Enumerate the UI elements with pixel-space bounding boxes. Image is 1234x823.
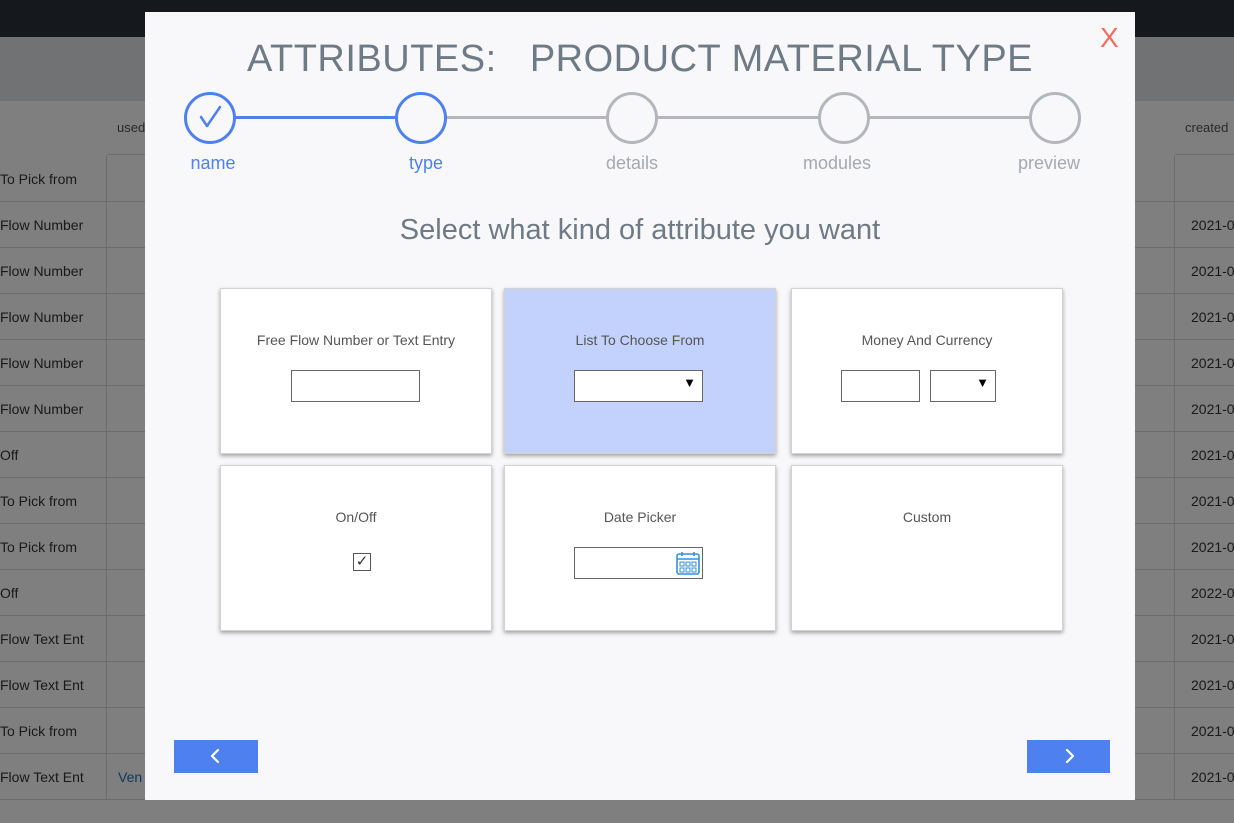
checkbox-preview-icon: ✓ bbox=[353, 553, 371, 571]
attribute-wizard-modal: ATTRIBUTES: PRODUCT MATERIAL TYPE X name… bbox=[145, 12, 1135, 800]
next-button[interactable] bbox=[1027, 740, 1110, 773]
option-label: Custom bbox=[902, 509, 952, 525]
amount-input-preview bbox=[841, 370, 920, 402]
close-button[interactable]: X bbox=[1100, 22, 1119, 54]
option-label: Money And Currency bbox=[861, 332, 993, 348]
back-button[interactable] bbox=[174, 740, 258, 773]
chevron-left-icon bbox=[210, 748, 220, 764]
dropdown-preview: ▼ bbox=[574, 370, 703, 402]
modal-title: ATTRIBUTES: PRODUCT MATERIAL TYPE bbox=[246, 38, 1034, 80]
caret-down-icon: ▼ bbox=[683, 375, 696, 390]
option-date-picker[interactable]: Date Picker bbox=[504, 465, 776, 631]
date-input-preview bbox=[574, 547, 703, 579]
text-input-preview bbox=[291, 370, 420, 402]
modal-subtitle: Select what kind of attribute you want bbox=[399, 214, 881, 246]
step-circle-details[interactable] bbox=[606, 92, 658, 144]
step-connector bbox=[657, 116, 820, 119]
option-free-flow-entry[interactable]: Free Flow Number or Text Entry bbox=[220, 288, 492, 454]
chevron-right-icon bbox=[1065, 748, 1075, 764]
step-circle-preview[interactable] bbox=[1029, 92, 1081, 144]
step-connector-done bbox=[235, 116, 397, 119]
step-label-type[interactable]: type bbox=[371, 153, 481, 174]
option-label: Free Flow Number or Text Entry bbox=[256, 332, 456, 348]
step-label-modules[interactable]: modules bbox=[782, 153, 892, 174]
option-money-currency[interactable]: Money And Currency ▼ bbox=[791, 288, 1063, 454]
step-label-preview[interactable]: preview bbox=[994, 153, 1104, 174]
option-label: Date Picker bbox=[603, 509, 677, 525]
step-connector bbox=[445, 116, 608, 119]
step-circle-type[interactable] bbox=[395, 92, 447, 144]
step-label-name[interactable]: name bbox=[158, 153, 268, 174]
checkmark-icon bbox=[199, 105, 222, 128]
option-custom[interactable]: Custom bbox=[791, 465, 1063, 631]
option-list-to-choose[interactable]: List To Choose From ▼ bbox=[504, 288, 776, 454]
option-label: On/Off bbox=[335, 509, 377, 525]
caret-down-icon: ▼ bbox=[976, 375, 989, 390]
currency-dropdown-preview: ▼ bbox=[930, 370, 996, 402]
step-connector bbox=[869, 116, 1031, 119]
option-on-off[interactable]: On/Off ✓ bbox=[220, 465, 492, 631]
step-label-details[interactable]: details bbox=[577, 153, 687, 174]
option-label: List To Choose From bbox=[575, 332, 705, 348]
step-circle-modules[interactable] bbox=[818, 92, 870, 144]
step-circle-name[interactable] bbox=[184, 92, 236, 144]
calendar-icon bbox=[676, 552, 700, 575]
